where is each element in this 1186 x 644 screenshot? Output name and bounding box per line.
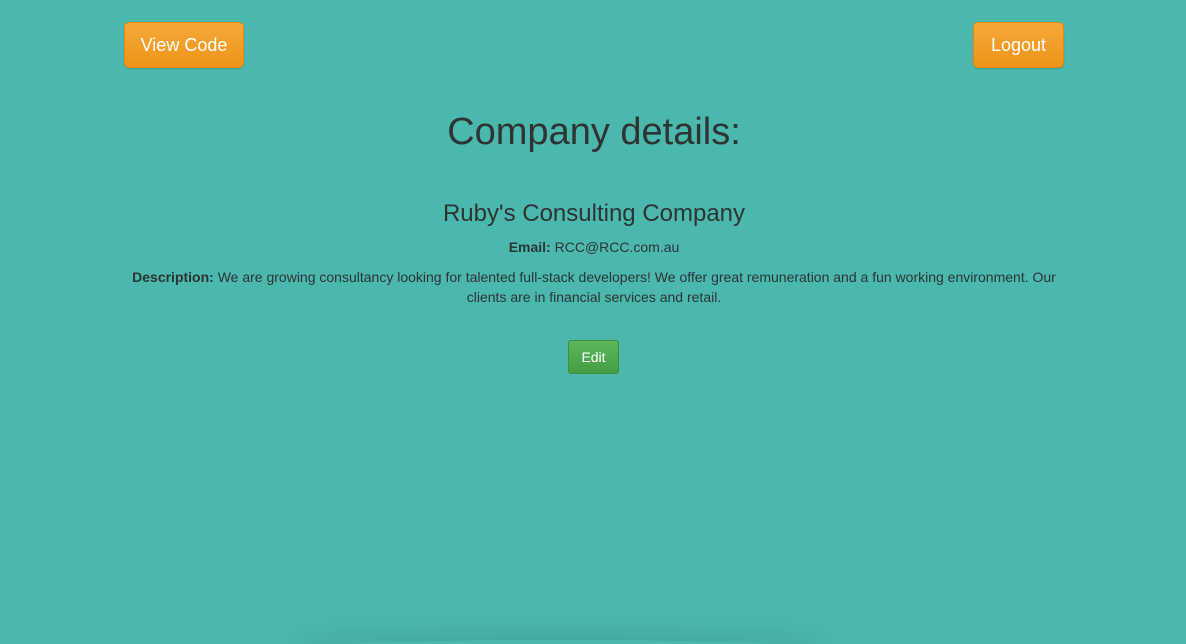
view-code-button[interactable]: View Code (124, 22, 244, 68)
edit-button[interactable]: Edit (568, 340, 619, 374)
logout-button[interactable]: Logout (973, 22, 1064, 68)
company-description: Description: We are growing consultancy … (124, 267, 1064, 307)
company-email: Email: RCC@RCC.com.au (124, 237, 1064, 257)
email-value: RCC@RCC.com.au (554, 239, 680, 255)
email-label: Email: (508, 239, 551, 255)
page-title: Company details: (447, 111, 741, 153)
description-value: We are growing consultancy looking for t… (217, 269, 1056, 305)
description-label: Description: (132, 269, 214, 285)
footer-shadow (290, 640, 830, 644)
company-name: Ruby's Consulting Company (442, 200, 746, 227)
